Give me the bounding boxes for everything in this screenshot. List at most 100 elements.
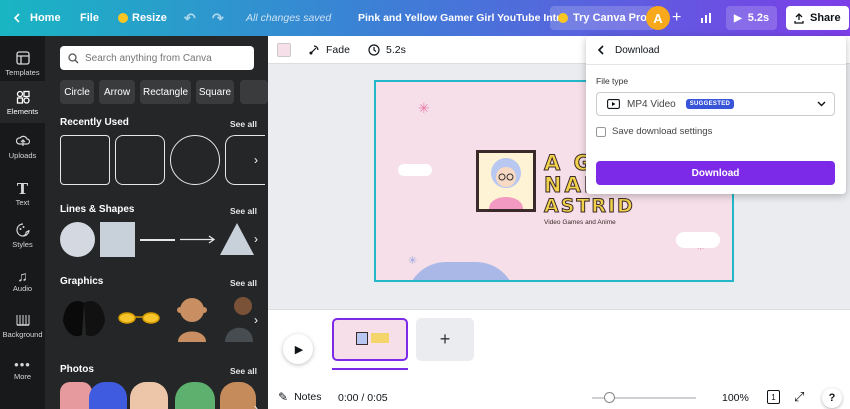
save-settings-checkbox[interactable] xyxy=(596,126,606,137)
help-button[interactable]: ? xyxy=(822,388,842,408)
recent-square-shape[interactable] xyxy=(60,135,110,185)
chip-arrow[interactable]: Arrow xyxy=(99,80,135,104)
share-button[interactable]: Share xyxy=(786,6,849,30)
recent-circle-shape[interactable] xyxy=(170,135,220,185)
thumbnail-title xyxy=(371,333,389,343)
back-arrow-icon[interactable] xyxy=(596,45,605,55)
title-line-3: ASTRID xyxy=(544,195,635,217)
file-type-value: MP4 Video xyxy=(627,98,676,110)
rail-more[interactable]: ••• More xyxy=(0,358,45,398)
chip-rectangle[interactable]: Rectangle xyxy=(140,80,191,104)
see-all-recent[interactable]: See all xyxy=(230,119,257,129)
chip-square[interactable]: Square xyxy=(196,80,234,104)
file-menu[interactable]: File xyxy=(80,0,99,36)
photo-thumbnail[interactable] xyxy=(175,382,215,409)
save-settings-row[interactable]: Save download settings xyxy=(596,126,712,137)
divider xyxy=(586,64,846,65)
search-input[interactable] xyxy=(85,52,245,64)
fade-label: Fade xyxy=(326,44,350,56)
graphic-yellow-glasses[interactable] xyxy=(117,310,161,326)
see-all-graphics[interactable]: See all xyxy=(230,278,257,288)
rail-audio[interactable]: ♫ Audio xyxy=(0,268,45,308)
photo-thumbnail[interactable] xyxy=(60,382,92,409)
color-swatch[interactable] xyxy=(277,43,291,57)
zoom-slider[interactable] xyxy=(592,392,696,403)
search-icon xyxy=(68,52,79,63)
play-preview-button[interactable]: ▶ 5.2s xyxy=(726,6,778,30)
chevron-down-icon xyxy=(817,101,826,107)
timeline: ▶ + ✎ Notes 0:00 / 0:05 100% 1 ⤢ ? xyxy=(268,309,850,409)
graphic-person-silhouette[interactable] xyxy=(172,294,212,342)
shape-arrow-line[interactable] xyxy=(180,232,216,247)
download-button[interactable]: Download xyxy=(596,161,835,185)
upload-icon xyxy=(794,12,804,24)
resize-button[interactable]: Resize xyxy=(118,0,167,36)
video-icon xyxy=(607,99,620,109)
file-type-select[interactable]: MP4 Video SUGGESTED xyxy=(596,92,835,116)
graphics-title: Graphics xyxy=(60,276,104,287)
undo-icon[interactable]: ↶ xyxy=(184,0,196,36)
lines-shapes-title: Lines & Shapes xyxy=(60,204,135,215)
background-icon xyxy=(16,315,29,326)
page-count: 1 xyxy=(771,392,776,402)
cloud-graphic xyxy=(676,232,720,248)
shape-square[interactable] xyxy=(100,222,135,257)
home-button[interactable]: Home xyxy=(12,0,61,36)
play-button[interactable]: ▶ xyxy=(283,334,313,364)
notes-button[interactable]: ✎ Notes xyxy=(278,390,322,404)
elements-icon xyxy=(16,90,30,104)
chip-more[interactable] xyxy=(240,80,268,104)
play-icon: ▶ xyxy=(734,12,742,24)
page-count-button[interactable]: 1 xyxy=(767,390,780,404)
add-page-button[interactable]: + xyxy=(416,318,474,361)
rail-templates[interactable]: Templates xyxy=(0,44,45,84)
rail-label: Text xyxy=(15,198,30,207)
document-title[interactable]: Pink and Yellow Gamer Girl YouTube Intro xyxy=(358,0,567,36)
add-icon[interactable]: + xyxy=(672,0,681,36)
avatar[interactable]: A xyxy=(646,6,670,30)
file-type-label: File type xyxy=(596,76,629,86)
rail-styles[interactable]: Styles xyxy=(0,223,45,263)
try-pro-button[interactable]: Try Canva Pro xyxy=(550,6,655,30)
shape-line[interactable] xyxy=(140,239,175,241)
zoom-level[interactable]: 100% xyxy=(722,392,749,404)
elements-panel: Circle Arrow Rectangle Square Recently U… xyxy=(45,36,268,409)
chevron-right-icon[interactable]: › xyxy=(249,150,263,170)
redo-icon[interactable]: ↷ xyxy=(212,0,224,36)
play-icon: ▶ xyxy=(294,343,304,356)
rail-elements[interactable]: Elements xyxy=(0,81,45,123)
chevron-right-icon[interactable]: › xyxy=(249,398,263,409)
rail-text[interactable]: T Text xyxy=(0,180,45,220)
download-popover: Download File type MP4 Video SUGGESTED S… xyxy=(586,36,846,194)
fade-button[interactable]: Fade xyxy=(308,36,350,64)
side-rail: Templates Elements Uploads T Text Styles… xyxy=(0,36,45,409)
see-all-photos[interactable]: See all xyxy=(230,366,257,376)
cloud-graphic xyxy=(398,164,432,176)
timing-button[interactable]: 5.2s xyxy=(368,36,406,64)
zoom-slider-handle[interactable] xyxy=(604,392,615,403)
timing-label: 5.2s xyxy=(386,44,406,56)
page-thumbnail[interactable] xyxy=(332,318,408,361)
rail-background[interactable]: Background xyxy=(0,313,45,353)
recent-rounded-square-shape[interactable] xyxy=(115,135,165,185)
fullscreen-icon[interactable]: ⤢ xyxy=(794,389,804,405)
cloud-graphic xyxy=(406,262,516,280)
graphic-black-wings[interactable] xyxy=(60,293,108,341)
chevron-right-icon[interactable]: › xyxy=(249,229,263,249)
rail-uploads[interactable]: Uploads xyxy=(0,134,45,174)
see-all-lines[interactable]: See all xyxy=(230,206,257,216)
rail-label: More xyxy=(13,372,32,381)
shape-circle[interactable] xyxy=(60,222,95,257)
chevron-right-icon[interactable]: › xyxy=(249,310,263,330)
chip-circle[interactable]: Circle xyxy=(60,80,94,104)
photo-thumbnail[interactable] xyxy=(89,382,127,409)
search-box[interactable] xyxy=(60,46,254,70)
crown-icon xyxy=(118,13,128,23)
uploads-icon xyxy=(15,135,30,146)
photo-thumbnail[interactable] xyxy=(130,382,168,409)
insights-icon[interactable] xyxy=(700,0,712,36)
slide-subtitle: Video Games and Anime xyxy=(544,219,616,226)
recently-used-title: Recently Used xyxy=(60,117,129,128)
sparkle-icon: ✳ xyxy=(418,100,430,116)
rail-label: Background xyxy=(2,330,43,339)
